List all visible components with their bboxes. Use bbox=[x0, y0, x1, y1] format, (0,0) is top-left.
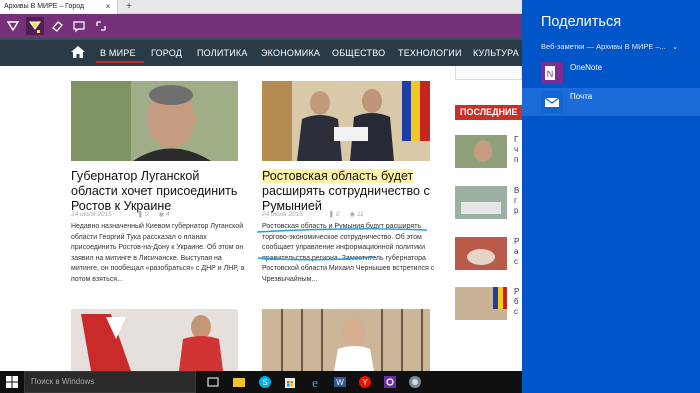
sidebar-thumb[interactable] bbox=[455, 186, 507, 219]
article-comments: 11 bbox=[356, 211, 364, 218]
share-source-dropdown[interactable]: Веб-заметки — Архивы В МИРЕ –... ⌄ bbox=[541, 42, 678, 51]
article-excerpt: Недавно назначенный Киевом губернатор Лу… bbox=[71, 223, 245, 283]
photos-app-icon[interactable] bbox=[408, 375, 422, 389]
file-explorer-icon[interactable] bbox=[232, 375, 246, 389]
sidebar-snippet[interactable]: Р б с bbox=[514, 287, 522, 317]
windows-taskbar: Поиск в Windows S e W Y bbox=[0, 371, 522, 393]
skype-icon[interactable]: S bbox=[258, 375, 272, 389]
share-source-label: Веб-заметки — Архивы В МИРЕ –... bbox=[541, 42, 666, 51]
new-tab-button[interactable]: + bbox=[122, 0, 136, 14]
task-view-icon[interactable] bbox=[206, 375, 220, 389]
article-photo-meeting[interactable] bbox=[262, 81, 430, 161]
nav-item-culture[interactable]: КУЛЬТУРА bbox=[473, 40, 519, 66]
share-target-mail[interactable]: Почта bbox=[522, 88, 700, 116]
sidebar-top-box bbox=[455, 66, 522, 80]
nav-item-politics[interactable]: ПОЛИТИКА bbox=[197, 40, 248, 66]
sidebar-thumb[interactable] bbox=[455, 135, 507, 168]
meeting-illustration bbox=[262, 81, 430, 161]
sidebar-thumb[interactable] bbox=[455, 287, 507, 320]
nav-item-society[interactable]: ОБЩЕСТВО bbox=[332, 40, 385, 66]
share-target-onenote[interactable]: N OneNote bbox=[522, 59, 700, 87]
browser-tab[interactable]: Архивы В МИРЕ – Город × bbox=[0, 0, 118, 14]
thumb-image bbox=[455, 237, 507, 270]
comment-tool-button[interactable] bbox=[70, 17, 88, 35]
svg-text:W: W bbox=[336, 378, 344, 387]
nav-item-city[interactable]: ГОРОД bbox=[151, 40, 182, 66]
web-page: В МИРЕ ГОРОД ПОЛИТИКА ЭКОНОМИКА ОБЩЕСТВО… bbox=[0, 38, 522, 371]
highlighter-tool-button[interactable] bbox=[26, 17, 44, 35]
home-icon[interactable] bbox=[70, 45, 86, 59]
nav-item-economy[interactable]: ЭКОНОМИКА bbox=[261, 40, 320, 66]
court-illustration bbox=[262, 309, 430, 371]
browser-tab-strip: Архивы В МИРЕ – Город × + bbox=[0, 0, 522, 14]
title-rest: расширять сотрудничество с Румынией bbox=[262, 184, 430, 213]
pen-icon bbox=[6, 21, 20, 32]
share-title: Поделиться bbox=[541, 14, 622, 30]
settings-app-icon[interactable] bbox=[383, 375, 397, 389]
article-meta: 24 июля 2015 ❚ 0 ◉ 11 bbox=[262, 210, 364, 218]
title-highlighted: Ростовская область будет bbox=[262, 169, 414, 183]
clip-icon bbox=[96, 21, 106, 31]
article-photo-court[interactable] bbox=[262, 309, 430, 371]
article-meta: 24 июля 2015 ❚ 0 ◉ 4 bbox=[71, 210, 169, 218]
svg-text:S: S bbox=[262, 378, 267, 387]
portrait-illustration bbox=[71, 81, 238, 161]
sidebar-thumb[interactable] bbox=[455, 237, 507, 270]
article-photo-football[interactable] bbox=[71, 309, 238, 371]
mail-label: Почта bbox=[570, 92, 593, 101]
site-nav-bar: В МИРЕ ГОРОД ПОЛИТИКА ЭКОНОМИКА ОБЩЕСТВО… bbox=[0, 38, 522, 66]
comments-icon: ❚ bbox=[328, 211, 335, 218]
onenote-icon: N bbox=[541, 62, 563, 84]
svg-text:N: N bbox=[547, 69, 554, 79]
clip-tool-button[interactable] bbox=[92, 17, 110, 35]
mail-icon bbox=[541, 91, 563, 113]
taskbar-search-box[interactable]: Поиск в Windows bbox=[24, 371, 196, 393]
article-date: 24 июля 2015 bbox=[71, 211, 112, 218]
article-comments: 4 bbox=[165, 211, 170, 218]
tab-close-button[interactable]: × bbox=[102, 0, 114, 14]
latest-news-header: ПОСЛЕДНИЕ bbox=[455, 105, 522, 120]
yandex-icon[interactable]: Y bbox=[358, 375, 372, 389]
chevron-down-icon: ⌄ bbox=[671, 42, 679, 51]
eye-icon: ◉ bbox=[349, 211, 355, 218]
svg-text:e: e bbox=[312, 375, 318, 389]
eraser-icon bbox=[52, 21, 63, 32]
windows-start-icon[interactable] bbox=[6, 376, 18, 388]
eraser-tool-button[interactable] bbox=[48, 17, 66, 35]
nav-ink-underline bbox=[96, 61, 144, 63]
article-title[interactable]: Ростовская область будет расширять сотру… bbox=[262, 169, 432, 214]
article-date: 24 июля 2015 bbox=[262, 211, 303, 218]
store-icon[interactable] bbox=[283, 375, 297, 389]
share-panel: Поделиться Веб-заметки — Архивы В МИРЕ –… bbox=[522, 0, 700, 393]
eye-icon: ◉ bbox=[158, 211, 164, 218]
thumb-image bbox=[455, 135, 507, 168]
sidebar-snippet[interactable]: Р а с bbox=[514, 237, 522, 267]
article-photo-governor[interactable] bbox=[71, 81, 238, 161]
browser-tab-title: Архивы В МИРЕ – Город bbox=[4, 3, 85, 10]
sidebar-snippet[interactable]: Г ч п bbox=[514, 135, 522, 165]
edge-icon[interactable]: e bbox=[308, 375, 322, 389]
word-icon[interactable]: W bbox=[333, 375, 347, 389]
pen-tool-button[interactable] bbox=[4, 17, 22, 35]
nav-item-technology[interactable]: ТЕХНОЛОГИИ bbox=[398, 40, 462, 66]
thumb-image bbox=[455, 186, 507, 219]
comments-icon: ❚ bbox=[137, 211, 144, 218]
football-illustration bbox=[71, 309, 238, 371]
sidebar-snippet[interactable]: В г р bbox=[514, 186, 522, 216]
ink-annotations bbox=[256, 228, 428, 261]
web-note-toolbar bbox=[0, 14, 522, 38]
onenote-label: OneNote bbox=[570, 63, 603, 72]
article-title[interactable]: Губернатор Луганской области хочет присо… bbox=[71, 169, 243, 214]
svg-text:Y: Y bbox=[362, 378, 368, 387]
article-views: 0 bbox=[335, 211, 340, 218]
article-views: 0 bbox=[144, 211, 149, 218]
comment-icon bbox=[73, 21, 85, 33]
thumb-image bbox=[455, 287, 507, 320]
highlighter-icon bbox=[29, 21, 41, 33]
